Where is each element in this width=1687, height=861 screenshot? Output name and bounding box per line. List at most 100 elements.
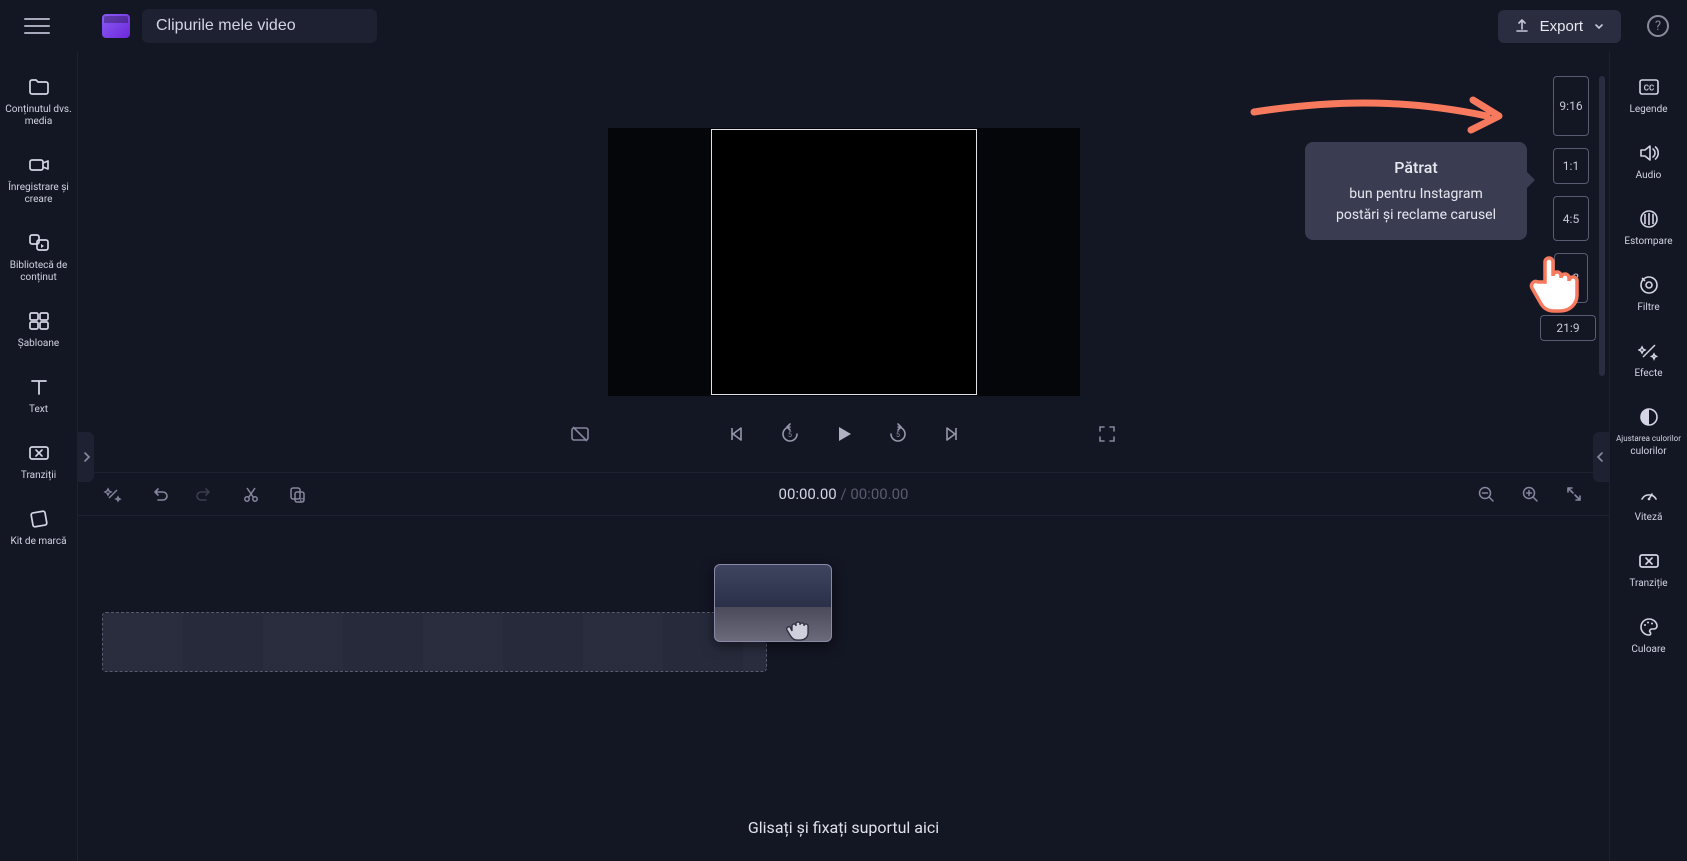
svg-text:5: 5 [788, 431, 792, 439]
captions-icon: CC [1637, 76, 1661, 98]
sidebar-item-fade[interactable]: Estompare [1610, 198, 1687, 264]
export-button[interactable]: Export [1498, 10, 1621, 43]
sidebar-item-transition[interactable]: Tranziție [1610, 540, 1687, 606]
chevron-down-icon [1593, 20, 1605, 32]
zoom-in-button[interactable] [1519, 483, 1541, 505]
aspect-scrollbar[interactable] [1599, 76, 1605, 376]
audio-icon [1637, 142, 1661, 164]
zoom-out-button[interactable] [1475, 483, 1497, 505]
sidebar-item-label: Estompare [1624, 236, 1672, 248]
sidebar-item-library[interactable]: Bibliotecă de conținut [0, 222, 77, 300]
sidebar-item-color[interactable]: Culoare [1610, 606, 1687, 672]
sidebar-item-label: Conținutul dvs. media [4, 104, 73, 128]
fade-icon [1637, 208, 1661, 230]
fullscreen-button[interactable] [1095, 422, 1119, 446]
sidebar-item-label: Bibliotecă de conținut [4, 260, 73, 284]
forward-5-button[interactable]: 5 [886, 422, 910, 446]
sidebar-item-color-adjust[interactable]: Ajustarea culorilor culorilor [1610, 396, 1687, 474]
sidebar-item-label: Ajustarea culorilor [1616, 434, 1681, 444]
svg-text:CC: CC [1643, 84, 1653, 93]
undo-button[interactable] [148, 483, 170, 505]
total-time: 00:00.00 [850, 485, 908, 503]
text-icon [27, 376, 51, 398]
tooltip-title: Pătrat [1323, 156, 1509, 180]
templates-icon [27, 310, 51, 332]
redo-button[interactable] [194, 483, 216, 505]
time-separator: / [837, 485, 851, 503]
left-sidebar: Conținutul dvs. media Înregistrare și cr… [0, 52, 78, 861]
sidebar-item-label-2: culorilor [1630, 446, 1666, 458]
timeline-hint: Glisați și fixați suportul aici [78, 818, 1609, 837]
timeline-time-display: 00:00.00 / 00:00.00 [779, 485, 909, 503]
sidebar-item-label: Șabloane [18, 338, 59, 350]
camera-icon [27, 154, 51, 176]
help-button[interactable]: ? [1647, 15, 1669, 37]
sidebar-item-effects[interactable]: Efecte [1610, 330, 1687, 396]
sidebar-item-label: Culoare [1631, 644, 1665, 656]
effects-icon [1637, 340, 1661, 362]
sidebar-item-media[interactable]: Conținutul dvs. media [0, 66, 77, 144]
sidebar-item-record[interactable]: Înregistrare și creare [0, 144, 77, 222]
color-adjust-icon [1637, 406, 1661, 428]
dragging-media-clip[interactable] [714, 564, 832, 642]
auto-enhance-button[interactable] [102, 483, 124, 505]
sidebar-item-label: Legende [1629, 104, 1667, 116]
sidebar-item-filters[interactable]: Filtre [1610, 264, 1687, 330]
sidebar-item-label: Tranziții [21, 470, 56, 482]
svg-text:5: 5 [896, 431, 900, 439]
fit-timeline-button[interactable] [1563, 483, 1585, 505]
skip-start-button[interactable] [724, 422, 748, 446]
collapse-right-handle[interactable] [1593, 432, 1609, 482]
right-sidebar: CC Legende Audio Estompare Filtre Efecte… [1609, 52, 1687, 861]
duplicate-button[interactable] [286, 483, 308, 505]
rewind-5-button[interactable]: 5 [778, 422, 802, 446]
sidebar-item-templates[interactable]: Șabloane [0, 300, 77, 366]
tooltip-line: bun pentru Instagram [1323, 184, 1509, 205]
app-logo-icon [102, 14, 130, 38]
annotation-arrow-icon [1249, 86, 1509, 146]
center-column: 5 5 9:16 1:1 4:5 2:3 [78, 52, 1609, 861]
sidebar-item-label: Filtre [1637, 302, 1659, 314]
aspect-ratio-panel: 9:16 1:1 4:5 2:3 21:9 [1547, 76, 1595, 341]
brand-kit-icon [27, 508, 51, 530]
sidebar-item-text[interactable]: Text [0, 366, 77, 432]
preview-area: 5 5 9:16 1:1 4:5 2:3 [78, 52, 1609, 472]
top-bar: Export ? [0, 0, 1687, 52]
sidebar-item-speed[interactable]: Viteză [1610, 474, 1687, 540]
current-time: 00:00.00 [779, 485, 837, 503]
speed-icon [1637, 484, 1661, 506]
player-controls: 5 5 [78, 414, 1609, 454]
transition-icon [1637, 550, 1661, 572]
palette-icon [1637, 616, 1661, 638]
sidebar-item-label: Text [29, 404, 48, 416]
upload-icon [1514, 18, 1530, 34]
sidebar-item-audio[interactable]: Audio [1610, 132, 1687, 198]
preview-canvas[interactable] [711, 129, 977, 395]
timeline-drop-zone[interactable] [102, 612, 767, 672]
aspect-ratio-tooltip: Pătrat bun pentru Instagram postări și r… [1305, 142, 1527, 240]
filters-icon [1637, 274, 1661, 296]
aspect-ratio-21-9[interactable]: 21:9 [1540, 315, 1596, 341]
safe-zone-toggle[interactable] [568, 422, 592, 446]
menu-button[interactable] [24, 16, 50, 36]
split-button[interactable] [240, 483, 262, 505]
tooltip-line: postări și reclame carusel [1323, 205, 1509, 226]
library-icon [27, 232, 51, 254]
aspect-ratio-1-1[interactable]: 1:1 [1553, 148, 1589, 184]
sidebar-item-label: Kit de marcă [10, 536, 66, 548]
skip-end-button[interactable] [940, 422, 964, 446]
timeline-body[interactable]: Glisați și fixați suportul aici [78, 516, 1609, 861]
aspect-ratio-9-16[interactable]: 9:16 [1553, 76, 1589, 136]
sidebar-item-brand-kit[interactable]: Kit de marcă [0, 498, 77, 564]
timeline-toolbar: 00:00.00 / 00:00.00 [78, 472, 1609, 516]
aspect-ratio-4-5[interactable]: 4:5 [1553, 196, 1589, 241]
grab-hand-icon [783, 613, 815, 645]
sidebar-item-captions[interactable]: CC Legende [1610, 66, 1687, 132]
sidebar-item-label: Audio [1636, 170, 1662, 182]
aspect-ratio-2-3[interactable]: 2:3 [1554, 253, 1588, 303]
sidebar-item-transitions[interactable]: Tranziții [0, 432, 77, 498]
play-button[interactable] [832, 422, 856, 446]
project-title-input[interactable] [142, 9, 377, 43]
sidebar-item-label: Viteză [1635, 512, 1663, 524]
sidebar-item-label: Tranziție [1629, 578, 1667, 590]
